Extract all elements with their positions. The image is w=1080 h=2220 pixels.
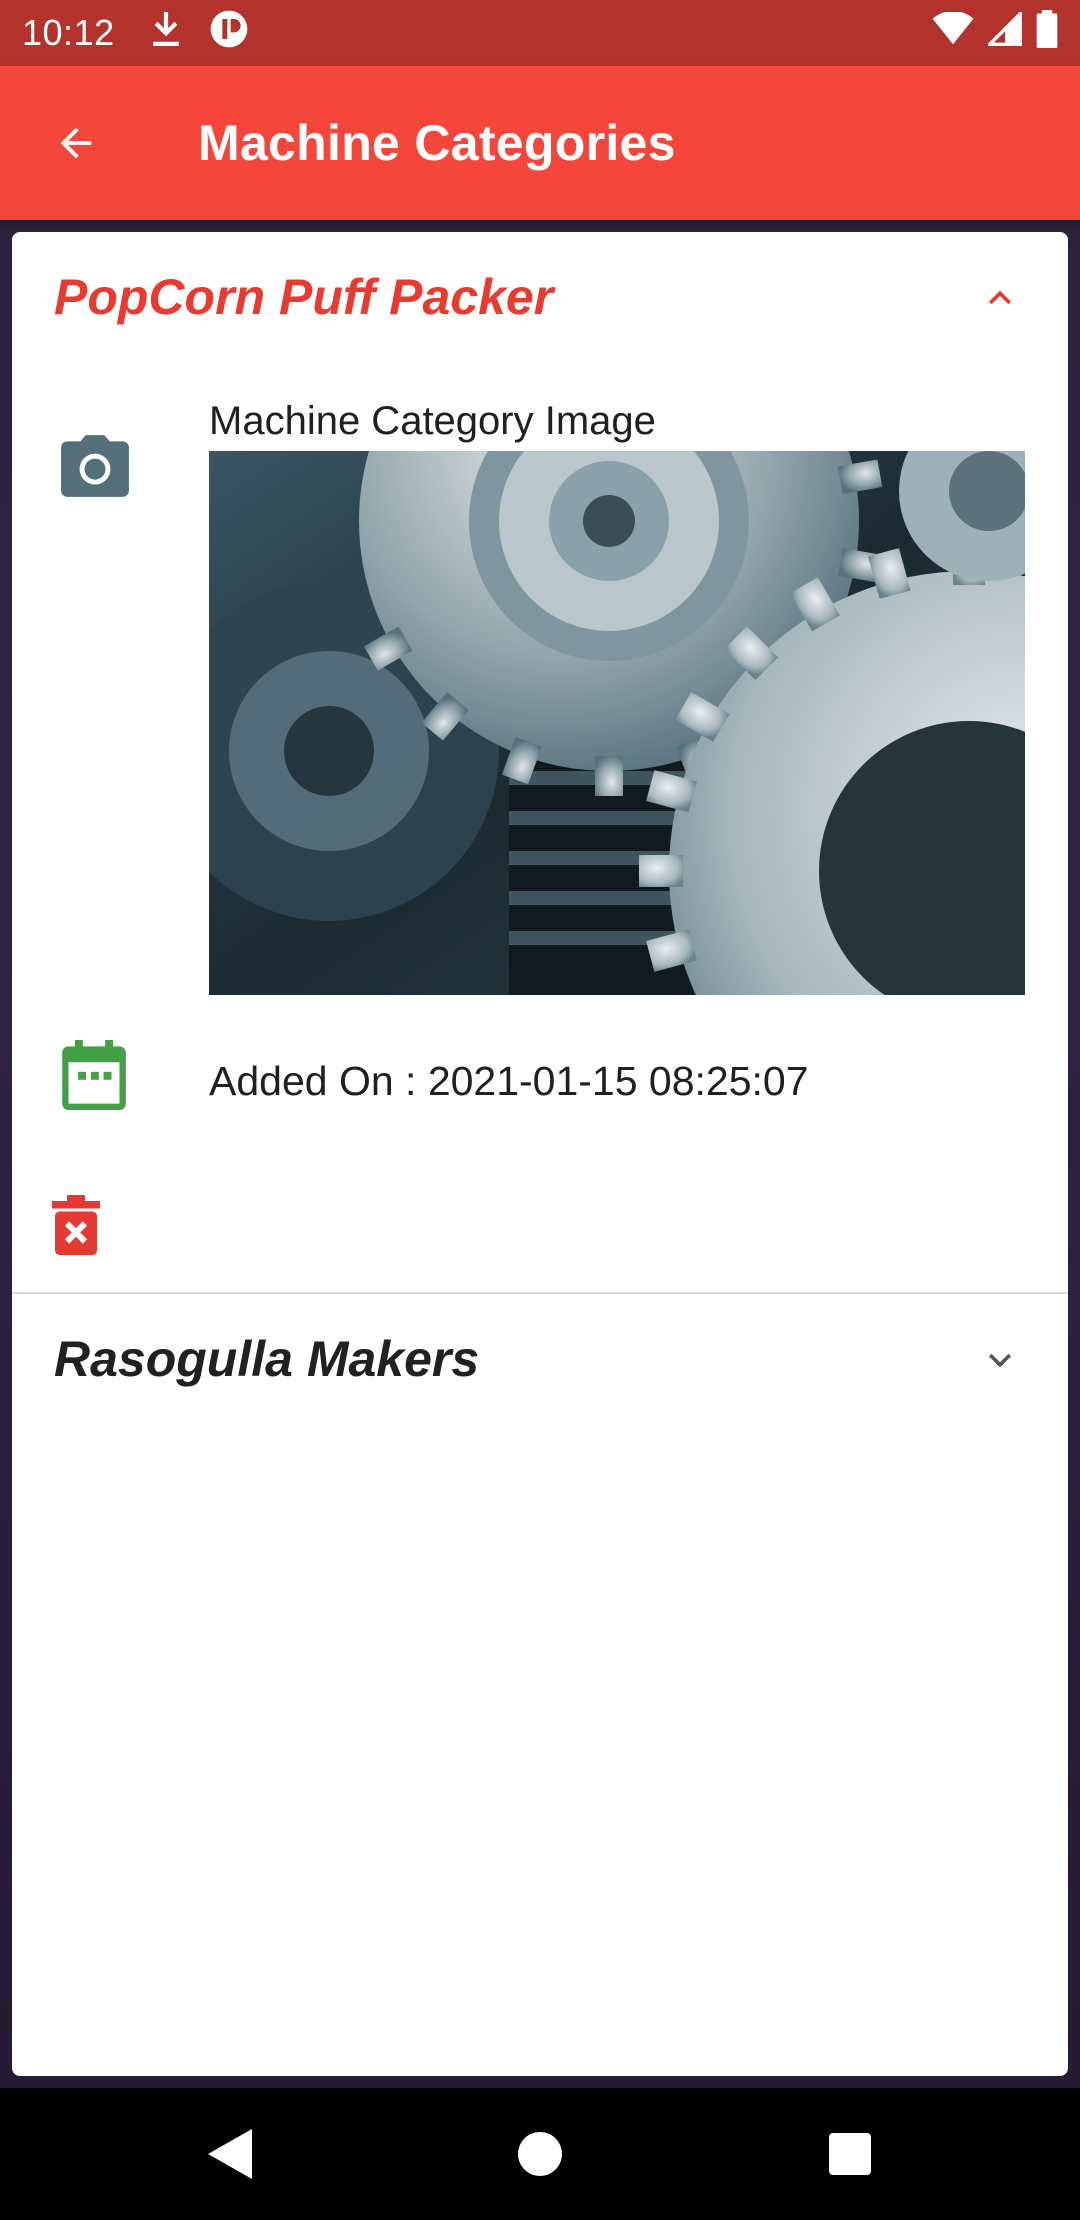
signal-icon <box>985 9 1022 55</box>
category-header-rasogulla[interactable]: Rasogulla Makers <box>12 1294 1068 1424</box>
calendar-icon <box>62 1040 126 1115</box>
status-icons-left <box>149 9 249 58</box>
category-title: Rasogulla Makers <box>54 1331 480 1387</box>
home-circle-icon <box>518 2132 562 2176</box>
recents-square-icon <box>829 2133 871 2175</box>
nav-home-button[interactable] <box>508 2122 572 2186</box>
category-header-popcorn[interactable]: PopCorn Puff Packer <box>12 232 1068 362</box>
battery-icon <box>1036 9 1058 57</box>
image-label: Machine Category Image <box>209 399 656 443</box>
app-notification-icon <box>209 9 249 58</box>
page-title: Machine Categories <box>198 115 676 171</box>
chevron-up-icon[interactable] <box>978 276 1022 320</box>
delete-icon[interactable] <box>52 1194 100 1261</box>
chevron-down-icon[interactable] <box>978 1338 1022 1382</box>
back-button[interactable] <box>36 103 116 183</box>
arrow-back-icon <box>60 127 92 159</box>
nav-back-button[interactable] <box>198 2122 262 2186</box>
status-bar: 10:12 <box>0 0 1080 66</box>
status-icons-right <box>932 9 1058 57</box>
status-time: 10:12 <box>22 12 115 53</box>
back-triangle-icon <box>208 2129 252 2179</box>
category-list-card: PopCorn Puff Packer Machine Category Ima… <box>12 232 1068 2076</box>
download-icon <box>149 9 183 58</box>
category-title: PopCorn Puff Packer <box>54 269 554 325</box>
added-on-date: Added On : 2021-01-15 08:25:07 <box>209 1058 809 1104</box>
camera-icon[interactable] <box>58 432 132 505</box>
wifi-icon <box>932 10 974 55</box>
app-bar: Machine Categories <box>0 66 1080 220</box>
nav-recents-button[interactable] <box>818 2122 882 2186</box>
machine-category-image[interactable] <box>209 451 1025 995</box>
system-nav-bar <box>0 2088 1080 2220</box>
